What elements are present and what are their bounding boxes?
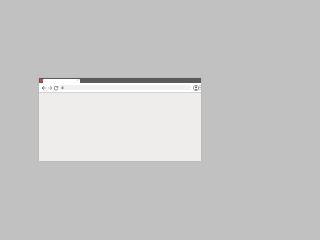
vertical-dots-icon[interactable] xyxy=(199,85,201,90)
browser-toolbar xyxy=(39,83,201,93)
browser-window: × xyxy=(39,78,201,161)
address-bar[interactable] xyxy=(59,85,191,90)
page-viewport[interactable] xyxy=(39,92,201,161)
lock-icon xyxy=(61,86,64,89)
tab-close-icon[interactable]: × xyxy=(76,79,79,82)
reload-icon[interactable] xyxy=(53,85,59,91)
